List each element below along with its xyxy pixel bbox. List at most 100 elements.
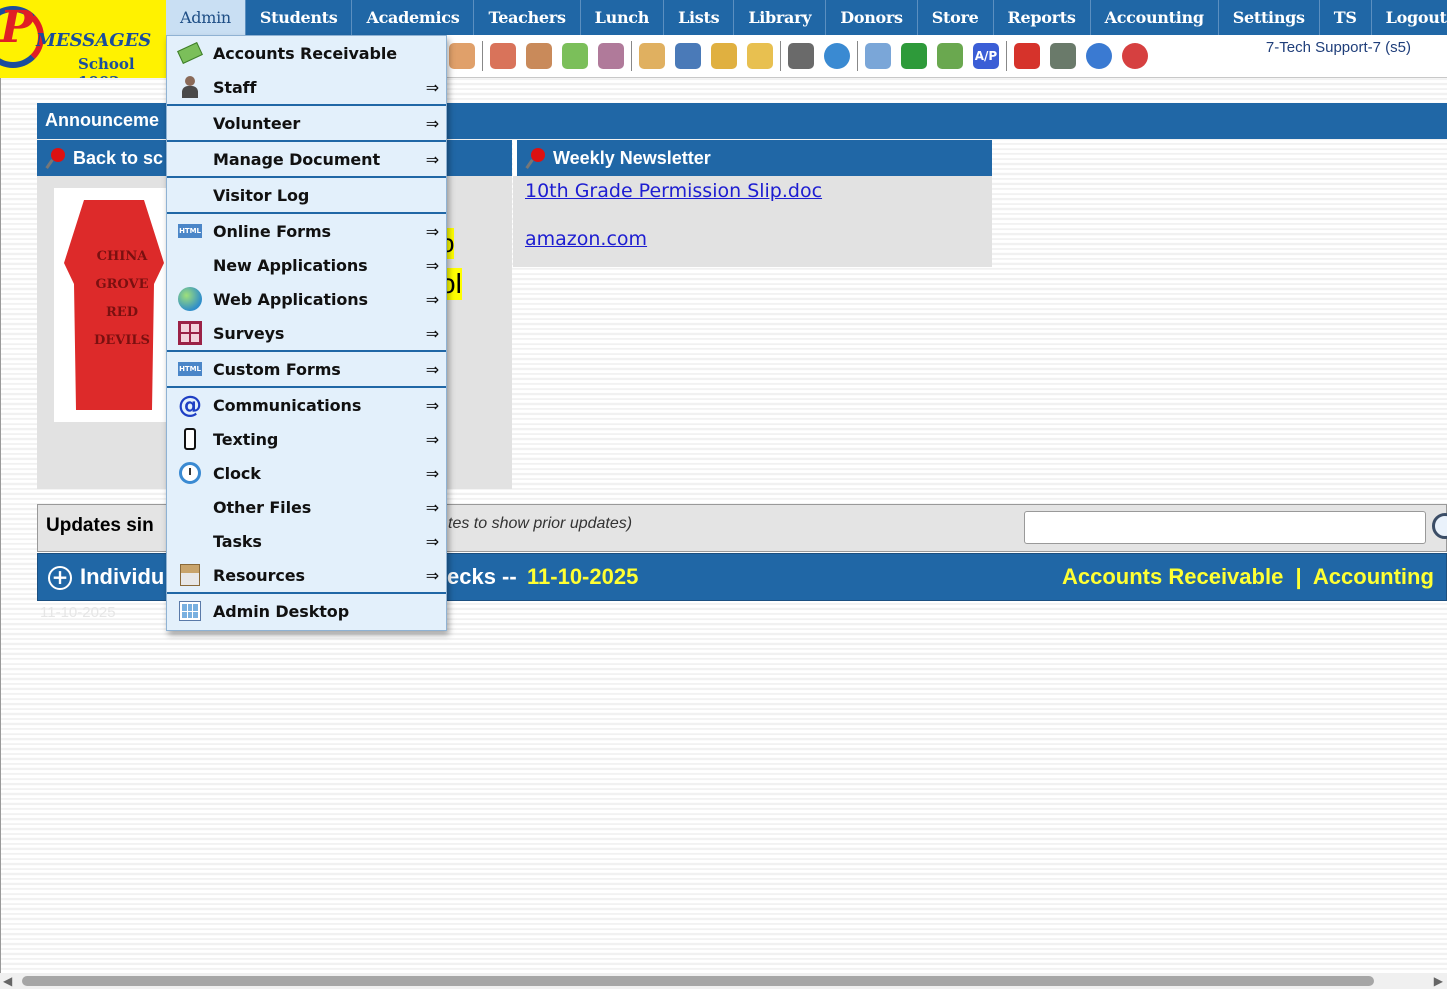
menu-item-manage-document[interactable]: Manage Document ⇒ — [167, 142, 446, 178]
menu-item-surveys[interactable]: Surveys ⇒ — [167, 316, 446, 352]
menu-item-new-applications[interactable]: New Applications ⇒ — [167, 248, 446, 282]
nav-item-donors[interactable]: Donors — [826, 0, 918, 35]
menu-item-visitor-log[interactable]: Visitor Log — [167, 178, 446, 214]
menu-item-admin-desktop[interactable]: Admin Desktop — [167, 594, 446, 628]
menu-item-volunteer[interactable]: Volunteer ⇒ — [167, 106, 446, 142]
menu-item-communications[interactable]: @ Communications ⇒ — [167, 388, 446, 422]
expand-plus-icon[interactable]: + — [48, 566, 72, 590]
left-border — [0, 78, 1, 973]
checks-links: Accounts Receivable | Accounting — [1062, 564, 1434, 590]
money-icon[interactable] — [562, 43, 588, 69]
horizontal-scrollbar[interactable]: ◀ ▶ — [0, 973, 1447, 989]
person-icon — [178, 75, 202, 99]
nav-item-reports[interactable]: Reports — [994, 0, 1091, 35]
blank-icon — [178, 529, 202, 553]
search-icon[interactable] — [1432, 513, 1447, 539]
menu-item-label: Visitor Log — [213, 185, 310, 205]
checks-title-left: Individu — [80, 564, 165, 589]
updates-search-input[interactable] — [1024, 511, 1426, 544]
menu-item-staff[interactable]: Staff ⇒ — [167, 70, 446, 106]
nav-item-students[interactable]: Students — [246, 0, 353, 35]
cash-register-icon[interactable] — [1050, 43, 1076, 69]
menu-item-tasks[interactable]: Tasks ⇒ — [167, 524, 446, 558]
book-icon[interactable] — [675, 43, 701, 69]
add-student-icon[interactable] — [490, 43, 516, 69]
nav-item-teachers[interactable]: Teachers — [474, 0, 581, 35]
scroll-thumb[interactable] — [22, 976, 1374, 986]
student-icon[interactable] — [526, 43, 552, 69]
menu-item-web-applications[interactable]: Web Applications ⇒ — [167, 282, 446, 316]
printer-icon[interactable] — [937, 43, 963, 69]
teacher-icon[interactable] — [788, 43, 814, 69]
submenu-arrow-icon: ⇒ — [425, 565, 439, 585]
menu-item-label: Other Files — [213, 497, 312, 517]
ticket-icon[interactable] — [901, 43, 927, 69]
broom-icon[interactable] — [711, 43, 737, 69]
clock-icon[interactable] — [824, 43, 850, 69]
lunch-icon[interactable] — [639, 43, 665, 69]
updates-hint: tes to show prior updates) — [448, 515, 633, 532]
table-icon[interactable] — [865, 43, 891, 69]
nav-item-academics[interactable]: Academics — [352, 0, 475, 35]
menu-item-label: Manage Document — [213, 149, 380, 169]
top-nav: Admin Students Academics Teachers Lunch Lists… — [166, 0, 1447, 35]
logo-brand: MESSAGES — [36, 30, 152, 51]
announcements-title: Announceme — [45, 110, 160, 130]
menu-item-online-forms[interactable]: HTML Online Forms ⇒ — [167, 214, 446, 248]
nav-item-admin[interactable]: Admin — [166, 0, 246, 35]
menu-item-label: Resources — [213, 565, 305, 585]
power-icon[interactable] — [1122, 43, 1148, 69]
menu-item-label: Communications — [213, 395, 362, 415]
menu-item-label: Tasks — [213, 531, 262, 551]
menu-item-other-files[interactable]: Other Files ⇒ — [167, 490, 446, 524]
shirt-line-1: CHINA GROVE — [95, 249, 149, 292]
submenu-arrow-icon: ⇒ — [425, 149, 439, 169]
submenu-arrow-icon: ⇒ — [425, 255, 439, 275]
link-separator: | — [1295, 564, 1302, 589]
blank-icon — [178, 111, 202, 135]
newsletter-link-amazon[interactable]: amazon.com — [525, 228, 647, 250]
globe-icon — [178, 287, 202, 311]
ap-icon[interactable]: A/P — [973, 43, 999, 69]
toolbar-separator — [780, 41, 781, 71]
pdf-icon[interactable] — [1014, 43, 1040, 69]
nav-item-store[interactable]: Store — [918, 0, 994, 35]
newsletter-link-permission-slip[interactable]: 10th Grade Permission Slip.doc — [525, 180, 822, 202]
menu-item-clock[interactable]: Clock ⇒ — [167, 456, 446, 490]
menu-item-accounts-receivable[interactable]: Accounts Receivable — [167, 36, 446, 70]
accounts-receivable-link[interactable]: Accounts Receivable — [1062, 564, 1283, 589]
toolbar-icons: A/P — [444, 41, 1153, 71]
nav-item-ts[interactable]: TS — [1320, 0, 1372, 35]
nav-item-lunch[interactable]: Lunch — [581, 0, 665, 35]
accounting-link[interactable]: Accounting — [1313, 564, 1434, 589]
menu-item-resources[interactable]: Resources ⇒ — [167, 558, 446, 594]
school-logo[interactable]: P MESSAGES School 1002 — [0, 0, 166, 78]
scroll-right-arrow-icon[interactable]: ▶ — [1434, 974, 1443, 988]
shirt-print: CHINA GROVE RED DEVILS — [82, 243, 162, 355]
menu-item-custom-forms[interactable]: HTML Custom Forms ⇒ — [167, 352, 446, 388]
nav-item-accounting[interactable]: Accounting — [1091, 0, 1219, 35]
blank-icon — [178, 495, 202, 519]
toolbar-separator — [482, 41, 483, 71]
submenu-arrow-icon: ⇒ — [425, 463, 439, 483]
submenu-arrow-icon: ⇒ — [425, 429, 439, 449]
desktop-icon — [178, 599, 202, 623]
blank-icon — [178, 183, 202, 207]
help-icon[interactable] — [1086, 43, 1112, 69]
menu-item-texting[interactable]: Texting ⇒ — [167, 422, 446, 456]
menu-item-label: Volunteer — [213, 113, 301, 133]
submenu-arrow-icon: ⇒ — [425, 323, 439, 343]
scroll-left-arrow-icon[interactable]: ◀ — [3, 974, 12, 988]
newsletter-header: Weekly Newsletter — [513, 140, 992, 176]
nav-item-library[interactable]: Library — [734, 0, 827, 35]
shirt-image: CHINA GROVE RED DEVILS — [54, 188, 174, 422]
current-user-label: 7-Tech Support-7 (s5) — [1265, 39, 1411, 56]
family-icon[interactable] — [598, 43, 624, 69]
nav-item-logout[interactable]: Logout — [1372, 0, 1447, 35]
nav-item-lists[interactable]: Lists — [664, 0, 735, 35]
forward-icon[interactable] — [747, 43, 773, 69]
nav-item-settings[interactable]: Settings — [1219, 0, 1320, 35]
megaphone-icon[interactable] — [449, 43, 475, 69]
submenu-arrow-icon: ⇒ — [425, 289, 439, 309]
money-icon — [177, 41, 203, 65]
